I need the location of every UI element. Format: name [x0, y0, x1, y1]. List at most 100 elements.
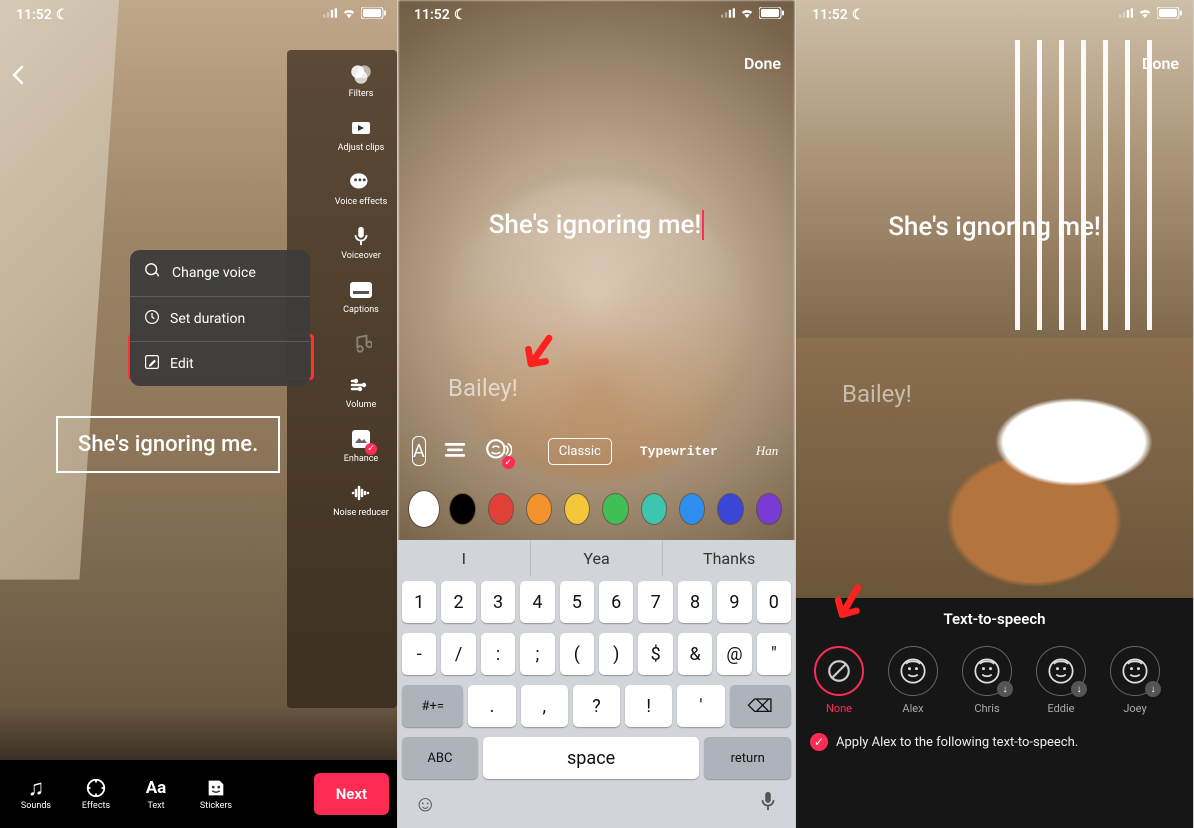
color-swatch[interactable] — [565, 494, 589, 524]
return-key[interactable]: return — [704, 737, 791, 779]
keyboard-key[interactable]: : — [481, 633, 515, 675]
change-voice-option[interactable]: Change voice — [130, 250, 310, 297]
keyboard-key[interactable]: 2 — [441, 581, 475, 623]
effects-button[interactable]: Effects — [68, 776, 124, 812]
music-icon: ♫ — [22, 776, 50, 800]
font-typewriter[interactable]: Typewriter — [630, 439, 728, 464]
color-swatch[interactable] — [450, 494, 474, 524]
keyboard-key[interactable]: . — [468, 685, 515, 727]
font-handwriting[interactable]: Han — [746, 438, 788, 464]
color-swatch[interactable] — [603, 494, 627, 524]
secondary-text[interactable]: Bailey! — [448, 374, 518, 402]
edit-option[interactable]: Edit — [130, 342, 310, 386]
keyboard-key[interactable]: @ — [717, 633, 751, 675]
color-swatch[interactable] — [757, 494, 781, 524]
keyboard-key[interactable]: $ — [638, 633, 672, 675]
keyboard-key[interactable]: 8 — [678, 581, 712, 623]
keyboard-key[interactable]: / — [441, 633, 475, 675]
overlay-text-content: She's ignoring me! — [888, 212, 1101, 242]
apply-label: Apply Alex to the following text-to-spee… — [836, 735, 1078, 750]
color-swatch[interactable] — [680, 494, 704, 524]
color-swatch[interactable] — [527, 494, 551, 524]
color-swatch[interactable] — [718, 494, 742, 524]
adjust-clips-button[interactable]: Adjust clips — [331, 114, 391, 154]
apply-checkbox[interactable]: ✓ — [810, 733, 828, 751]
voice-label: Chris — [974, 702, 999, 715]
keyboard-suggestion[interactable]: Yea — [531, 540, 664, 576]
text-to-speech-button[interactable]: ✓ — [484, 436, 512, 466]
stickers-button[interactable]: Stickers — [188, 776, 244, 812]
voice-list: NoneAlex↓Chris↓Eddie↓Joey↓Jessi — [810, 646, 1179, 715]
color-swatch[interactable] — [642, 494, 666, 524]
backspace-key[interactable]: ⌫ — [730, 685, 791, 727]
color-swatch[interactable] — [412, 494, 436, 524]
keyboard-key[interactable]: 9 — [717, 581, 751, 623]
dictate-key[interactable] — [757, 790, 779, 818]
editing-text[interactable]: She's ignoring me! — [398, 210, 795, 240]
panel-edit-screen: 11:52 ☾ Filters Adjust clips — [0, 0, 398, 828]
font-typewriter-label: Typewriter — [640, 444, 718, 459]
keyboard-key[interactable]: 6 — [599, 581, 633, 623]
back-button[interactable] — [12, 65, 24, 91]
keyboard-key[interactable]: ? — [573, 685, 620, 727]
overlay-text[interactable]: She's ignoring me! — [796, 212, 1193, 242]
status-bar: 11:52 ☾ — [398, 0, 795, 28]
keyboard-key[interactable]: 3 — [481, 581, 515, 623]
voiceover-button[interactable]: Voiceover — [331, 222, 391, 262]
voice-option[interactable]: None — [810, 646, 868, 715]
status-time: 11:52 — [812, 7, 848, 23]
keyboard-key[interactable]: 5 — [560, 581, 594, 623]
done-button[interactable]: Done — [1142, 54, 1179, 73]
keyboard-key[interactable]: ) — [599, 633, 633, 675]
text-button[interactable]: Aa Text — [128, 776, 184, 812]
keyboard-key[interactable]: ' — [677, 685, 724, 727]
keyboard-key[interactable]: 4 — [520, 581, 554, 623]
next-button[interactable]: Next — [314, 773, 389, 815]
keyboard-key[interactable]: ; — [520, 633, 554, 675]
voice-option[interactable]: ↓Chris — [958, 646, 1016, 715]
keyboard-key[interactable]: ( — [560, 633, 594, 675]
text-style-button[interactable]: A — [412, 436, 426, 466]
enhance-button[interactable]: ✓ Enhance — [331, 425, 391, 465]
font-classic[interactable]: Classic — [548, 438, 612, 465]
edit-icon — [144, 354, 160, 374]
done-button[interactable]: Done — [744, 54, 781, 73]
abc-key[interactable]: ABC — [402, 737, 478, 779]
shift-key[interactable]: #+= — [402, 685, 463, 727]
apply-row[interactable]: ✓ Apply Alex to the following text-to-sp… — [810, 733, 1179, 751]
voice-option[interactable]: ↓Joey — [1106, 646, 1164, 715]
keyboard-key[interactable]: & — [678, 633, 712, 675]
keyboard-key[interactable]: 1 — [402, 581, 436, 623]
voice-effects-button[interactable]: Voice effects — [331, 168, 391, 208]
noise-reducer-button[interactable]: Noise reducer — [331, 479, 391, 519]
align-button[interactable] — [444, 436, 466, 466]
keyboard-key[interactable]: - — [402, 633, 436, 675]
battery-icon — [759, 7, 785, 23]
space-key[interactable]: space — [483, 737, 700, 779]
volume-label: Volume — [346, 401, 376, 411]
emoji-key[interactable]: ☺ — [414, 791, 436, 817]
keyboard-key[interactable]: , — [521, 685, 568, 727]
done-label: Done — [1142, 54, 1179, 73]
set-duration-option[interactable]: Set duration — [130, 297, 310, 342]
voice-option[interactable]: Alex — [884, 646, 942, 715]
keyboard-key[interactable]: 0 — [757, 581, 791, 623]
keyboard-key[interactable]: ! — [625, 685, 672, 727]
text-overlay[interactable]: She's ignoring me. — [56, 416, 280, 473]
secondary-text[interactable]: Bailey! — [842, 380, 912, 408]
text-icon: Aa — [142, 776, 170, 800]
effects-icon — [82, 776, 110, 800]
color-swatch[interactable] — [489, 494, 513, 524]
keyboard-key[interactable]: " — [757, 633, 791, 675]
stickers-label: Stickers — [200, 802, 232, 812]
voice-option[interactable]: ↓Eddie — [1032, 646, 1090, 715]
filters-button[interactable]: Filters — [331, 60, 391, 100]
captions-button[interactable]: Captions — [331, 276, 391, 316]
battery-icon — [1157, 7, 1183, 23]
keyboard-suggestion[interactable]: Thanks — [663, 540, 795, 576]
font-hand-label: Han — [756, 443, 778, 458]
keyboard-suggestion[interactable]: I — [398, 540, 531, 576]
sounds-button[interactable]: ♫ Sounds — [8, 776, 64, 812]
keyboard-key[interactable]: 7 — [638, 581, 672, 623]
volume-button[interactable]: Volume — [331, 371, 391, 411]
